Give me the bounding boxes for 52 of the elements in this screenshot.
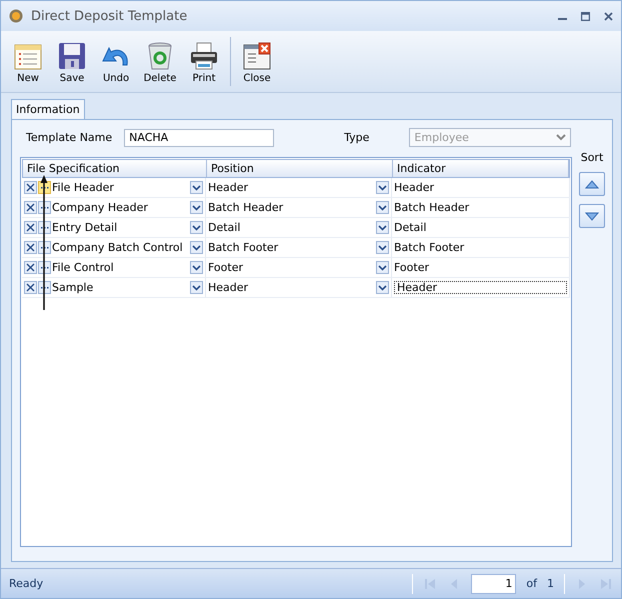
- close-icon[interactable]: [604, 12, 613, 20]
- new-button[interactable]: New: [7, 33, 49, 90]
- undo-button[interactable]: Undo: [95, 33, 137, 90]
- delete-row-icon[interactable]: [24, 261, 37, 274]
- table-cell-text: Header: [208, 281, 250, 294]
- table-cell-text: Company Batch Control: [52, 241, 184, 254]
- delete-row-icon[interactable]: [24, 281, 37, 294]
- column-header[interactable]: Indicator: [393, 160, 569, 177]
- table-cell-text: Entry Detail: [52, 221, 118, 234]
- field-label: Template Name: [26, 131, 112, 144]
- table-cell-text: Batch Header: [394, 201, 470, 214]
- table-cell-text: Detail: [394, 221, 428, 234]
- table-cell-text: File Control: [52, 261, 115, 274]
- table-cell-text: File Header: [52, 181, 115, 194]
- table-cell-text: Footer: [394, 261, 430, 274]
- table-cell-text: Batch Header: [208, 201, 284, 214]
- triangle-up-icon: [585, 180, 599, 188]
- field-label: Type: [344, 131, 370, 144]
- delete-button[interactable]: Delete: [139, 33, 181, 90]
- table-cell-text: Batch Footer: [208, 241, 280, 254]
- save-button[interactable]: Save: [51, 33, 93, 90]
- table-cell: Header: [394, 281, 567, 294]
- tab[interactable]: Information: [11, 99, 85, 119]
- close-window-icon: [242, 41, 272, 71]
- table-cell-text: Detail: [208, 221, 242, 234]
- move-up-button[interactable]: [579, 172, 605, 196]
- template-name-field[interactable]: NACHA: [124, 128, 274, 146]
- page-of-label: of: [526, 577, 537, 590]
- table-cell-text: Company Header: [52, 201, 149, 214]
- table-cell-text: Footer: [208, 261, 244, 274]
- page-number-field[interactable]: 1: [471, 574, 516, 594]
- delete-row-icon[interactable]: [24, 201, 37, 214]
- chevron-down-icon: [556, 134, 566, 141]
- delete-row-icon[interactable]: [24, 221, 37, 234]
- column-header[interactable]: Position: [207, 160, 393, 177]
- table-cell-text: Sample: [52, 281, 94, 294]
- table-cell-text: Header: [208, 181, 250, 194]
- page-total: 1: [547, 577, 554, 590]
- move-down-button[interactable]: [579, 204, 605, 228]
- window-title: Direct Deposit Template: [31, 8, 188, 24]
- table-cell-text: Header: [394, 181, 436, 194]
- triangle-down-icon: [585, 212, 599, 220]
- status-text: Ready: [9, 577, 44, 590]
- maximize-icon[interactable]: [581, 12, 590, 20]
- delete-row-icon[interactable]: [24, 241, 37, 254]
- printer-icon: [189, 41, 219, 71]
- print-button[interactable]: Print: [183, 33, 225, 90]
- delete-row-icon[interactable]: [24, 181, 37, 194]
- table-cell-text: Batch Footer: [394, 241, 466, 254]
- close-button[interactable]: Close: [236, 33, 278, 90]
- app-icon: [9, 9, 23, 23]
- sort-label: Sort: [580, 151, 604, 164]
